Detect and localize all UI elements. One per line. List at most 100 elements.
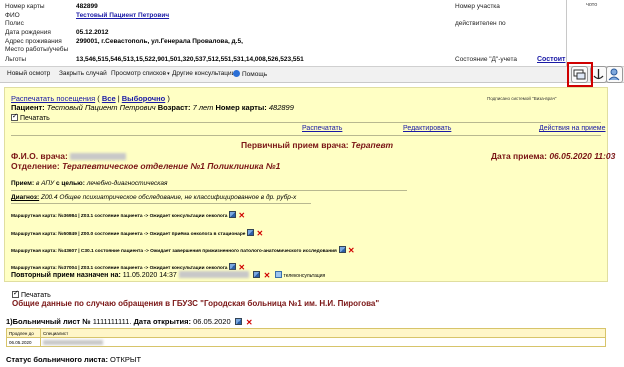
delete-icon[interactable]: ✕	[238, 212, 245, 220]
reception-row: Прием: в АПУ с целью: лечебно-диагностич…	[11, 180, 167, 187]
route-card-1: Маршрутная карта: №36984 | Z03.1 состоян…	[11, 211, 245, 220]
case-section: Печатать Общие данные по случаю обращени…	[0, 283, 624, 367]
route-card-1-text: Маршрутная карта: №36984 | Z03.1 состоян…	[11, 214, 228, 219]
department-row: Отделение: Терапевтическое отделение №1 …	[11, 161, 280, 171]
menu-other-consultations-label: Другие консультации	[172, 70, 236, 77]
menu-other-consultations[interactable]: Другие консультации▾	[172, 70, 239, 77]
telecons-label[interactable]: телеконсультация	[284, 273, 326, 279]
print-checkbox-label: Печатать	[20, 115, 50, 122]
table-header-row: Продлен до Специалист	[6, 328, 606, 338]
visit-specialty: Терапевт	[351, 140, 394, 150]
diagnosis-value: Z00.4 Общее психиатрическое обследование…	[40, 194, 297, 201]
age-label: Возраст:	[157, 103, 191, 112]
route-card-2: Маршрутная карта: №50849 | Z00.0 состоян…	[11, 229, 263, 238]
edit-icon[interactable]	[338, 246, 346, 253]
policy-label: Полис	[5, 20, 24, 27]
visit-date-value: 06.05.2020 11:03	[549, 151, 616, 161]
filter-selective-link[interactable]: Выборочно	[122, 94, 165, 103]
address-label: Адрес проживания	[5, 38, 62, 45]
card-number-label: Номер карты	[5, 3, 45, 10]
visit-date-row: Дата приема: 06.05.2020 11:03	[491, 151, 615, 161]
repeat-visit-row: Повторный прием назначен на: 11.05.2020 …	[11, 271, 326, 280]
benefits-value: 13,546,515,546,513,15,522,901,501,320,53…	[76, 56, 304, 63]
edit-icon[interactable]	[252, 271, 260, 278]
reception-actions-link[interactable]: Действия на приеме	[539, 125, 606, 132]
menu-help[interactable]: Помощь	[233, 70, 267, 78]
valid-until-label: действителен по	[455, 20, 506, 27]
d-registry-label: Состояние "Д"-учета	[455, 56, 517, 63]
highlight-frame	[567, 62, 593, 87]
d-registry-status-link[interactable]: Состоит	[537, 56, 565, 63]
reception-label: Прием:	[11, 180, 35, 187]
delete-icon[interactable]: ✕	[256, 230, 263, 238]
visit-panel: Распечатать посещения ( Все | Выборочно …	[4, 87, 615, 282]
sick-leave-status-value: ОТКРЫТ	[110, 355, 142, 364]
delete-icon[interactable]: ✕	[238, 264, 245, 272]
route-card-4: Маршрутная карта: №37004 | Z03.1 состоян…	[11, 263, 245, 272]
table-cell-extended: 06.05.2020	[6, 337, 41, 347]
visit-title: Первичный прием врача: Терапевт	[241, 140, 393, 150]
print-checkbox-row[interactable]: Печатать	[11, 112, 50, 122]
menu-new-exam-label: Новый осмотр	[7, 70, 51, 77]
signature-note: Подписано системой "Виза-врач"	[487, 96, 557, 101]
print-checkbox[interactable]	[11, 112, 18, 121]
help-icon	[233, 70, 240, 77]
bracket-open: (	[97, 94, 100, 103]
anchor-icon	[593, 69, 604, 80]
age-value: 7 лет	[192, 103, 214, 112]
edit-icon[interactable]	[234, 318, 242, 325]
case-print-row[interactable]: Печатать	[12, 289, 51, 299]
filter-all-link[interactable]: Все	[102, 94, 116, 103]
chevron-down-icon: ▾	[167, 71, 170, 77]
sick-leave-status-row: Статус больничного листа: ОТКРЫТ	[6, 355, 141, 364]
divider-diagnosis	[11, 203, 311, 204]
delete-icon[interactable]: ✕	[246, 319, 253, 327]
patient-label: Пациент:	[11, 103, 45, 112]
divider-mid	[11, 135, 601, 136]
user-search-icon	[608, 68, 620, 81]
department-value: Терапевтическое отделение №1 Поликлиника…	[62, 161, 281, 171]
menu-close-case[interactable]: Закрыть случай	[59, 70, 107, 77]
menu-help-label: Помощь	[242, 71, 268, 78]
edit-link[interactable]: Редактировать	[403, 125, 451, 132]
specialist-blurred	[43, 339, 103, 345]
user-search-button[interactable]	[606, 66, 623, 83]
sick-leave-row: 1)Больничный лист № 1111111111. Дата отк…	[6, 317, 253, 327]
birth-date-value: 05.12.2012	[76, 29, 109, 36]
delete-icon[interactable]: ✕	[264, 272, 271, 280]
edit-icon[interactable]	[247, 229, 255, 236]
menu-new-exam[interactable]: Новый осмотр	[7, 70, 50, 77]
sick-leave-label: 1)Больничный лист №	[6, 317, 91, 326]
diagnosis-row: Диагноз: Z00.4 Общее психиатрическое обс…	[11, 194, 296, 201]
bracket-separator: |	[117, 94, 120, 103]
bracket-close: )	[167, 94, 170, 103]
purpose-label: с целью:	[56, 180, 85, 187]
menu-view-lists[interactable]: Просмотр списков▾	[111, 70, 170, 77]
patient-name-link[interactable]: Тестовый Пациент Петрович	[76, 12, 169, 19]
edit-icon[interactable]	[229, 211, 237, 218]
telecons-icon[interactable]	[274, 271, 282, 278]
menu-view-lists-label: Просмотр списков	[111, 70, 167, 77]
repeat-visit-value: 11.05.2020 14:37	[122, 272, 177, 279]
case-print-checkbox[interactable]	[12, 289, 19, 298]
patient-name: Тестовый Пациент Петрович	[46, 103, 156, 112]
edit-icon[interactable]	[229, 263, 237, 270]
case-title: Общие данные по случаю обращения в ГБУЗС…	[12, 299, 380, 308]
reception-place: в АПУ	[35, 180, 55, 187]
delete-icon[interactable]: ✕	[348, 247, 355, 255]
open-date-value: 06.05.2020	[193, 317, 231, 326]
patient-header: Номер карты 482899 ФИО Тестовый Пациент …	[0, 0, 624, 66]
open-date-label: Дата открытия:	[133, 317, 192, 326]
work-label: Место работы/учебы	[5, 46, 69, 53]
visit-date-label: Дата приема:	[491, 151, 547, 161]
card-value: 482899	[268, 103, 294, 112]
benefits-label: Льготы	[5, 56, 27, 63]
print-link[interactable]: Распечатать	[302, 125, 342, 132]
repeat-visit-label: Повторный прием назначен на:	[11, 272, 121, 279]
route-card-3-text: Маршрутная карта: №43607 | C30.1 состоян…	[11, 249, 337, 254]
fio-label: ФИО	[5, 12, 20, 19]
department-label: Отделение:	[11, 161, 60, 171]
sick-leave-table: Продлен до Специалист 06.05.2020	[6, 328, 606, 347]
diagnosis-label: Диагноз:	[11, 194, 40, 201]
print-visits-link[interactable]: Распечатать посещения	[11, 94, 95, 103]
